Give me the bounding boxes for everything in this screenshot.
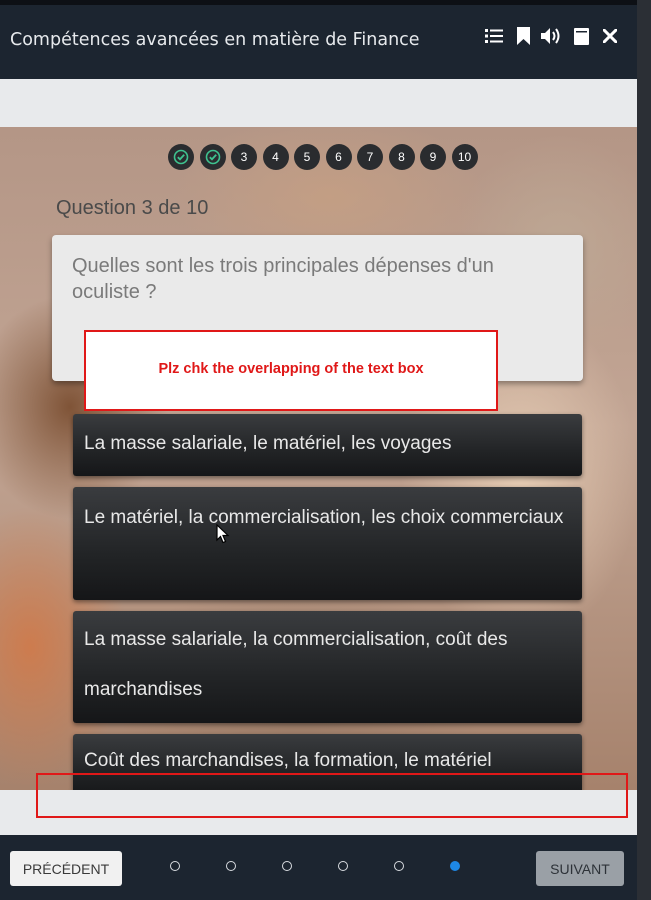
progress-dot-4[interactable]: 4: [262, 144, 289, 170]
pagination-dot[interactable]: [170, 861, 180, 871]
answer-option-1[interactable]: La masse salariale, le matériel, les voy…: [73, 414, 582, 476]
review-annotation-note: Plz chk the overlapping of the text box: [84, 330, 498, 411]
window-scrollbar-track[interactable]: [637, 0, 651, 900]
progress-dot-9[interactable]: 9: [420, 144, 446, 170]
answer-label: Le matériel, la commercialisation, les c…: [84, 507, 564, 528]
answer-label: La masse salariale, le matériel, les voy…: [84, 433, 452, 454]
answer-option-2[interactable]: Le matériel, la commercialisation, les c…: [73, 487, 582, 600]
course-title: Compétences avancées en matière de Finan…: [10, 30, 420, 50]
pagination-dot[interactable]: [226, 861, 236, 871]
next-button[interactable]: SUIVANT: [536, 851, 624, 886]
question-progress: 3 4 5 6 7 8 9 10: [168, 144, 483, 170]
question-counter: Question 3 de 10: [56, 197, 209, 219]
header-spacer-band: [0, 79, 637, 127]
progress-dot-done[interactable]: [199, 144, 226, 170]
question-stage: 3 4 5 6 7 8 9 10 Question 3 de 10 Quelle…: [0, 127, 637, 790]
pagination-dot[interactable]: [338, 861, 348, 871]
slide-pagination: [170, 861, 506, 871]
progress-dot-done[interactable]: [168, 144, 194, 170]
answer-option-3[interactable]: La masse salariale, la commercialisation…: [73, 611, 582, 723]
pagination-dot[interactable]: [394, 861, 404, 871]
answer-label: Coût des marchandises, la formation, le …: [84, 750, 492, 771]
course-header: Compétences avancées en matière de Finan…: [0, 5, 637, 79]
header-toolbar: [476, 25, 621, 47]
close-icon[interactable]: [599, 25, 621, 47]
pagination-dot[interactable]: [282, 861, 292, 871]
bookmark-icon[interactable]: [512, 25, 534, 47]
progress-dot-3[interactable]: 3: [231, 144, 257, 170]
progress-dot-7[interactable]: 7: [357, 144, 383, 170]
navigation-footer: PRÉCÉDENT SUIVANT: [0, 835, 637, 900]
answer-label: La masse salariale, la commercialisation…: [84, 629, 508, 700]
previous-button[interactable]: PRÉCÉDENT: [10, 851, 122, 886]
question-text: Quelles sont les trois principales dépen…: [72, 255, 494, 303]
pagination-dot-active[interactable]: [450, 861, 460, 871]
volume-icon[interactable]: [541, 25, 563, 47]
annotation-text: Plz chk the overlapping of the text box: [158, 361, 424, 377]
list-icon[interactable]: [483, 25, 505, 47]
progress-dot-6[interactable]: 6: [325, 144, 352, 170]
progress-dot-10[interactable]: 10: [451, 144, 478, 170]
progress-dot-8[interactable]: 8: [388, 144, 415, 170]
progress-dot-5[interactable]: 5: [294, 144, 320, 170]
notes-icon[interactable]: [570, 25, 592, 47]
review-annotation-highlight: [36, 773, 628, 818]
mouse-pointer-icon: [216, 524, 230, 544]
